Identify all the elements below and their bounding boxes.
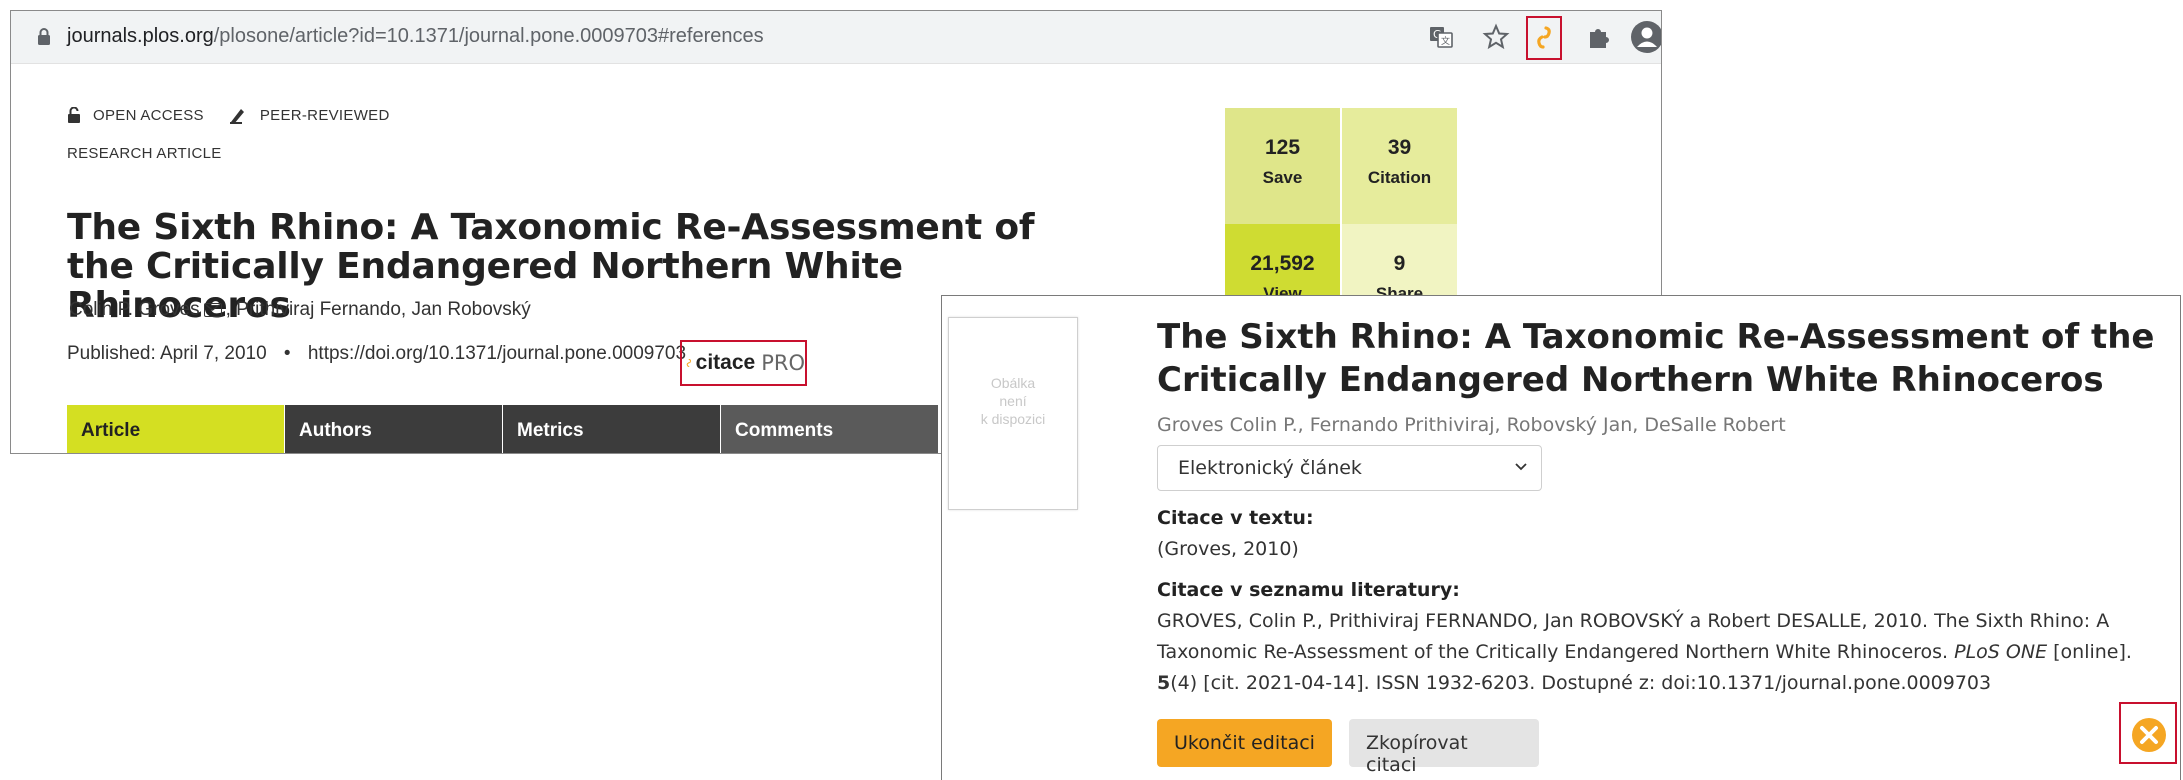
open-access-icon <box>68 106 80 123</box>
close-icon[interactable] <box>2131 717 2167 753</box>
published-date: Published: April 7, 2010 <box>67 343 267 364</box>
url-text[interactable]: journals.plos.org/plosone/article?id=10.… <box>67 25 764 48</box>
metric-share-value: 9 <box>1393 252 1406 275</box>
url-host: journals.plos.org <box>67 25 214 47</box>
document-type-value: Elektronický článek <box>1178 457 1362 479</box>
cover-text-line: není <box>999 393 1027 409</box>
bibliography-label: Citace v seznamu literatury: <box>1157 579 1460 601</box>
metric-citation-value: 39 <box>1387 136 1412 159</box>
metric-save-value: 125 <box>1264 136 1301 159</box>
tab-authors[interactable]: Authors <box>285 405 502 453</box>
metric-citation-label: Citation <box>1367 168 1432 187</box>
bib-journal: PLoS ONE <box>1954 641 2048 663</box>
bibliography-citation: GROVES, Colin P., Prithiviraj FERNANDO, … <box>1157 606 2167 699</box>
article-type: RESEARCH ARTICLE <box>67 145 222 162</box>
popup-title: The Sixth Rhino: A Taxonomic Re-Assessme… <box>1157 317 2155 400</box>
cover-text-line: k dispozici <box>980 411 1046 427</box>
citace-extension-icon[interactable] <box>1530 24 1558 52</box>
article-tabs: Article Authors Metrics Comments <box>67 405 939 453</box>
peer-reviewed-label: PEER-REVIEWED <box>259 106 390 124</box>
chevron-down-icon <box>1515 463 1527 471</box>
url-path: /plosone/article?id=10.1371/journal.pone… <box>213 25 764 47</box>
citation-popup: Obálka není k dispozici The Sixth Rhino:… <box>941 295 2181 780</box>
metric-save-label: Save <box>1262 168 1303 187</box>
popup-authors: Groves Colin P., Fernando Prithiviraj, R… <box>1157 414 1786 436</box>
address-bar: journals.plos.org/plosone/article?id=10.… <box>11 11 1661 64</box>
star-icon[interactable] <box>1482 23 1510 51</box>
tab-metrics[interactable]: Metrics <box>503 405 720 453</box>
article-authors: Colin P. Groves , Prithiviraj Fernando, J… <box>69 299 531 321</box>
tab-comments[interactable]: Comments <box>721 405 938 453</box>
in-text-citation-label: Citace v textu: <box>1157 507 1314 529</box>
in-text-citation-value: (Groves, 2010) <box>1157 538 1299 560</box>
cover-text-line: Obálka <box>990 375 1036 391</box>
metric-view-value: 21,592 <box>1250 252 1315 275</box>
open-access-label: OPEN ACCESS <box>93 106 204 124</box>
citace-label: citace <box>695 351 756 374</box>
bib-volume: 5 <box>1157 672 1171 694</box>
copy-citation-button[interactable]: Zkopírovat citaci <box>1349 719 1539 776</box>
lock-icon[interactable] <box>37 28 51 46</box>
doi-link[interactable]: https://doi.org/10.1371/journal.pone.000… <box>308 343 686 364</box>
metric-citation[interactable]: 39 Citation <box>1342 108 1457 224</box>
published-line: Published: April 7, 2010 • https://doi.o… <box>67 343 686 365</box>
citace-pro-label: PRO <box>761 351 805 375</box>
document-type-select[interactable]: Elektronický článek <box>1157 445 1542 491</box>
svg-text:文: 文 <box>1441 35 1450 47</box>
separator-dot: • <box>283 343 291 364</box>
article-badges: OPEN ACCESS PEER-REVIEWED <box>67 105 414 125</box>
translate-icon[interactable]: G 文 <box>1427 23 1455 51</box>
citace-pro-button[interactable]: citace PRO <box>680 340 807 386</box>
bib-text: (4) [cit. 2021-04-14]. ISSN 1932-6203. D… <box>1170 672 1992 694</box>
finish-editing-button[interactable]: Ukončit editaci <box>1157 719 1332 767</box>
puzzle-icon[interactable] <box>1585 23 1613 51</box>
other-authors[interactable]: , Prithiviraj Fernando, Jan Robovský <box>226 299 531 320</box>
cover-placeholder: Obálka není k dispozici <box>948 317 1078 510</box>
metric-save[interactable]: 125 Save <box>1225 108 1340 224</box>
close-highlight <box>2119 702 2177 764</box>
mail-icon[interactable] <box>203 302 222 317</box>
tab-article[interactable]: Article <box>67 405 284 453</box>
citace-logo-icon <box>686 359 691 367</box>
profile-icon[interactable] <box>1630 20 1662 54</box>
bib-text: [online]. <box>2047 641 2132 663</box>
author-link[interactable]: Colin P. Groves <box>69 299 200 320</box>
peer-reviewed-icon <box>229 109 244 124</box>
